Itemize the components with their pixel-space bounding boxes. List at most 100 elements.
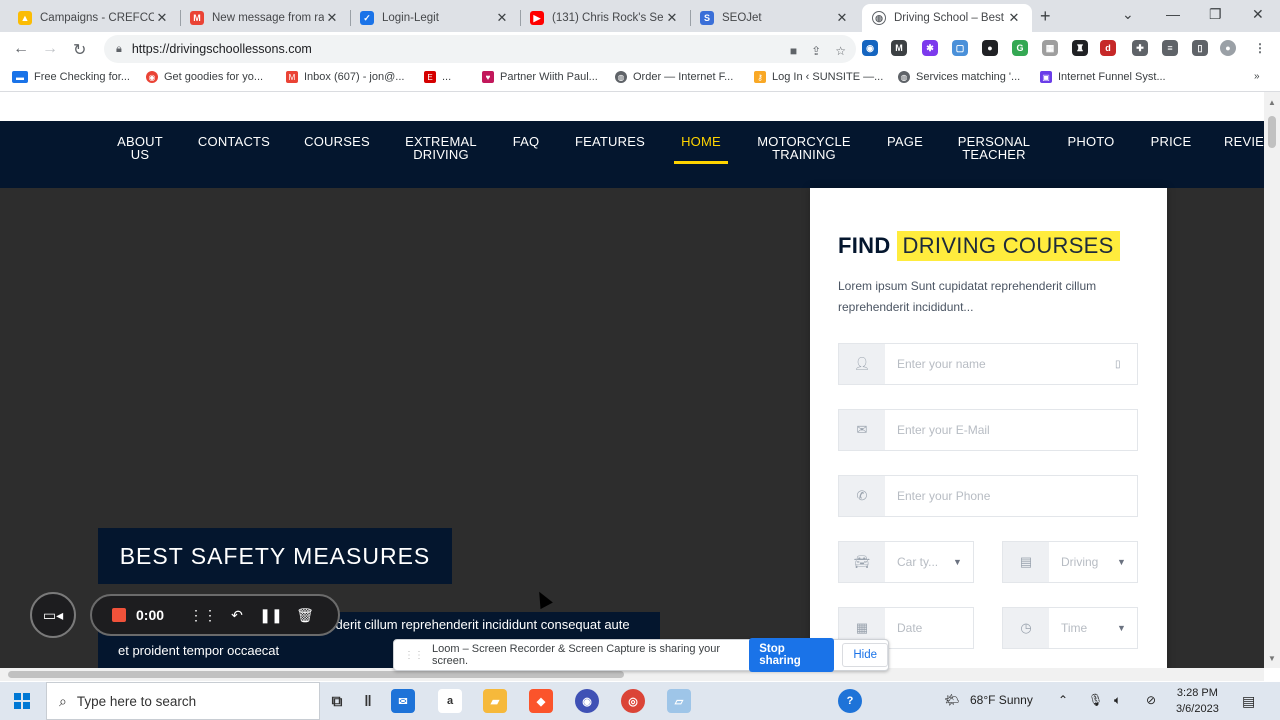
loom-camera-button[interactable]: ▭◂ [30, 592, 76, 638]
extension-circle-icon[interactable]: ● [982, 40, 998, 56]
reading-list-icon[interactable]: ≡ [1162, 40, 1178, 56]
time-select[interactable]: ◷ Time ▼ [1002, 607, 1138, 649]
menu-icon[interactable]: ⋮ [1252, 40, 1268, 56]
tab-seojet[interactable]: S SEOJet ✕ [690, 4, 860, 32]
extension-window-icon[interactable]: ▢ [952, 40, 968, 56]
amazon-icon[interactable]: a [438, 689, 462, 713]
extension-gmail-icon[interactable]: M [891, 40, 907, 56]
nav-personal-teacher[interactable]: PERSONAL TEACHER [954, 135, 1034, 161]
nav-features[interactable]: FEATURES [572, 135, 648, 148]
bookmark-partner[interactable]: ♥ Partner Wiith Paul... [482, 71, 598, 83]
profile-avatar[interactable]: ● [1220, 40, 1236, 56]
extension-desc-icon[interactable]: d [1100, 40, 1116, 56]
bookmark-sunsite[interactable]: ⚷ Log In ‹ SUNSITE —... [754, 71, 883, 83]
name-field[interactable]: 👤︎ Enter your name ▯ [838, 343, 1138, 385]
drag-handle-icon[interactable]: ⋮⋮ [404, 650, 424, 661]
extension-grammarly-icon[interactable]: G [1012, 40, 1028, 56]
scroll-up-icon[interactable]: ▲ [1268, 98, 1276, 107]
taskbar-search-field[interactable]: ⌕ Type here to search [46, 682, 320, 720]
notifications-icon[interactable]: ▤ [1242, 693, 1255, 710]
close-icon[interactable]: ✕ [834, 10, 850, 26]
bookmark-goodies[interactable]: ◉ Get goodies for yo... [146, 71, 263, 83]
microphone-icon[interactable]: 🎙︎ [1088, 693, 1103, 707]
close-icon[interactable]: ✕ [1006, 10, 1022, 26]
restart-icon[interactable]: ↶ [220, 607, 254, 624]
bookmark-free-checking[interactable]: ▬ Free Checking for... [12, 71, 130, 83]
hide-button[interactable]: Hide [842, 643, 888, 667]
star-icon[interactable]: ☆ [835, 44, 846, 58]
side-panel-icon[interactable]: ▯ [1192, 40, 1208, 56]
pause-icon[interactable]: ❚❚ [254, 607, 288, 624]
nav-price[interactable]: PRICE [1148, 135, 1194, 148]
vpn-icon[interactable]: ◉ [575, 689, 599, 713]
windows-start-icon[interactable] [14, 693, 30, 709]
bookmark-e[interactable]: E ... [424, 71, 451, 83]
taskbar-clock[interactable]: 3:28 PM 3/6/2023 [1176, 685, 1219, 717]
stop-recording-icon[interactable] [112, 608, 126, 622]
nav-photo[interactable]: PHOTO [1064, 135, 1118, 148]
forward-icon[interactable]: → [42, 40, 58, 58]
trash-icon[interactable]: 🗑︎ [288, 607, 322, 624]
file-explorer-icon[interactable]: ▰ [483, 689, 507, 713]
reload-icon[interactable]: ↻ [73, 40, 86, 60]
task-view-icon[interactable]: ⧉ [325, 689, 349, 713]
nav-home[interactable]: HOME [674, 135, 728, 164]
nav-contacts[interactable]: CONTACTS [196, 135, 272, 148]
speaker-icon[interactable]: 🔈︎ [1114, 693, 1121, 708]
app-icon[interactable]: ▱ [667, 689, 691, 713]
chevron-up-icon[interactable]: ⌃ [1058, 693, 1068, 707]
nav-motorcycle-training[interactable]: MOTORCYCLE TRAINING [754, 135, 854, 161]
scrollbar-thumb[interactable] [1268, 116, 1276, 148]
restore-icon[interactable]: ❐ [1209, 6, 1222, 23]
extension-icon[interactable]: ◉ [862, 40, 878, 56]
more-bookmarks-icon[interactable]: » [1254, 71, 1260, 82]
window-close-icon[interactable]: ✕ [1252, 6, 1264, 23]
phone-field[interactable]: ✆ Enter your Phone [838, 475, 1138, 517]
bookmark-funnel[interactable]: ▣ Internet Funnel Syst... [1040, 71, 1166, 83]
new-tab-icon[interactable]: + [1040, 6, 1051, 27]
tab-youtube[interactable]: ▶ (131) Chris Rock's Sel ✕ [520, 4, 690, 32]
nav-reviews[interactable]: REVIE [1224, 135, 1264, 148]
extensions-puzzle-icon[interactable]: ✚ [1132, 40, 1148, 56]
scroll-down-icon[interactable]: ▼ [1268, 654, 1276, 663]
close-icon[interactable]: ✕ [664, 10, 680, 26]
vertical-scrollbar[interactable]: ▲ ▼ [1264, 92, 1280, 668]
chrome-icon[interactable]: ◎ [621, 689, 645, 713]
close-icon[interactable]: ✕ [494, 10, 510, 26]
tab-campaigns[interactable]: ▲ Campaigns - CREFCO ✕ [8, 4, 180, 32]
car-type-select[interactable]: 🚘︎ Car ty... ▼ [838, 541, 974, 583]
autofill-icon[interactable]: ▯ [1115, 359, 1137, 370]
help-icon[interactable]: ? [838, 689, 862, 713]
bookmark-order[interactable]: ◍ Order — Internet F... [615, 71, 733, 83]
url-field[interactable]: 🔒︎ https://drivingschoollessons.com ■ ⇪ … [104, 35, 856, 63]
nav-extremal-driving[interactable]: EXTREMAL DRIVING [402, 135, 480, 161]
camera-icon[interactable]: ■ [790, 44, 797, 58]
minimize-icon[interactable]: — [1166, 6, 1180, 22]
tab-gmail[interactable]: M New message from ra ✕ [180, 4, 350, 32]
close-icon[interactable]: ✕ [154, 10, 170, 26]
tab-driving-school[interactable]: ◍ Driving School – Best ✕ [862, 4, 1032, 32]
stop-sharing-button[interactable]: Stop sharing [749, 638, 835, 672]
nav-faq[interactable]: FAQ [508, 135, 544, 148]
bookmark-services[interactable]: ◍ Services matching '... [898, 71, 1020, 83]
bookmark-inbox[interactable]: M Inbox (607) - jon@... [286, 71, 404, 83]
brave-icon[interactable]: ◆ [529, 689, 553, 713]
network-icon[interactable]: ⊘ [1146, 693, 1156, 707]
email-field[interactable]: ✉ Enter your E-Mail [838, 409, 1138, 451]
nav-about-us[interactable]: ABOUT US [112, 135, 168, 161]
close-icon[interactable]: ✕ [324, 10, 340, 26]
extension-trophy-icon[interactable]: ♜ [1072, 40, 1088, 56]
extension-puzzle-icon[interactable]: ✱ [922, 40, 938, 56]
tab-login-legit[interactable]: ✓ Login-Legit ✕ [350, 4, 520, 32]
grid-icon[interactable]: ⋮⋮ [186, 607, 220, 624]
scrollbar-thumb[interactable] [8, 671, 624, 678]
weather-text[interactable]: 68°F Sunny [970, 693, 1033, 707]
nav-page[interactable]: PAGE [884, 135, 926, 148]
nav-courses[interactable]: COURSES [302, 135, 372, 148]
extension-grid-icon[interactable]: ▦ [1042, 40, 1058, 56]
share-icon[interactable]: ⇪ [811, 44, 821, 58]
tab-search-icon[interactable]: ⌄ [1122, 6, 1134, 23]
driving-select[interactable]: ▤ Driving ▼ [1002, 541, 1138, 583]
back-icon[interactable]: ← [13, 40, 29, 58]
mail-icon[interactable]: ✉ [391, 689, 415, 713]
